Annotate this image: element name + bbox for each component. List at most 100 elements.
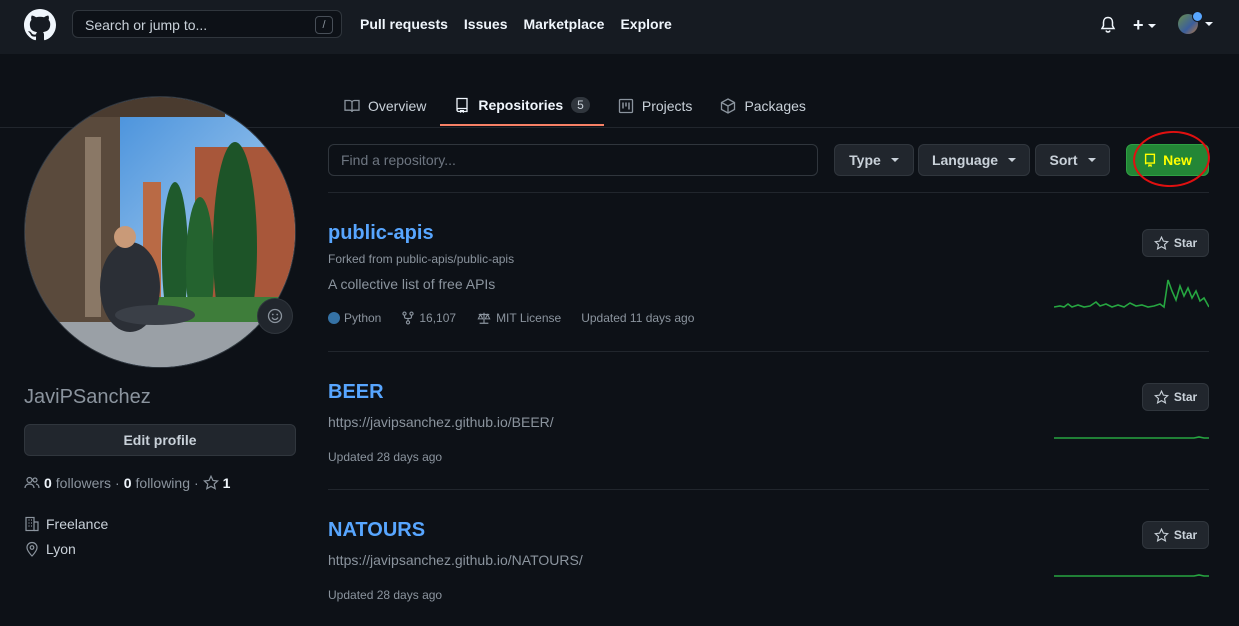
top-nav: Pull requests Issues Marketplace Explore bbox=[360, 16, 672, 32]
chevron-down-icon bbox=[1087, 158, 1096, 162]
followers-label[interactable]: followers bbox=[56, 475, 111, 491]
sort-filter-label: Sort bbox=[1049, 152, 1078, 168]
star-label: Star bbox=[1173, 236, 1198, 250]
nav-issues[interactable]: Issues bbox=[464, 16, 508, 32]
annotation-circle bbox=[1131, 128, 1212, 190]
star-label: Star bbox=[1173, 528, 1198, 542]
repo-forks[interactable]: 16,107 bbox=[401, 311, 456, 325]
chevron-down-icon bbox=[1008, 158, 1017, 162]
divider bbox=[328, 192, 1209, 193]
stars-count[interactable]: 1 bbox=[223, 475, 231, 491]
repo-language: Python bbox=[328, 311, 381, 325]
profile-username: JaviPSanchez bbox=[24, 386, 151, 408]
chevron-down-icon bbox=[1147, 24, 1156, 29]
search-placeholder: Search or jump to... bbox=[85, 17, 208, 33]
star-label: Star bbox=[1173, 390, 1198, 404]
book-icon bbox=[344, 98, 360, 114]
tab-packages[interactable]: Packages bbox=[706, 86, 819, 126]
profile-company: Freelance bbox=[24, 516, 108, 532]
building-icon bbox=[24, 516, 40, 532]
followers-count[interactable]: 0 bbox=[44, 475, 52, 491]
github-logo-icon[interactable] bbox=[24, 9, 56, 41]
language-label: Python bbox=[344, 311, 382, 325]
law-scale-icon bbox=[476, 311, 492, 325]
repo-updated: Updated 11 days ago bbox=[581, 311, 695, 325]
star-icon bbox=[202, 475, 219, 491]
activity-sparkline bbox=[1054, 574, 1209, 577]
sort-filter-button[interactable]: Sort bbox=[1035, 144, 1110, 176]
tab-projects-label: Projects bbox=[641, 98, 693, 114]
tab-overview-label: Overview bbox=[368, 98, 427, 114]
create-new-menu[interactable]: + bbox=[1133, 15, 1156, 36]
profile-location: Lyon bbox=[24, 541, 76, 557]
find-repository-field[interactable] bbox=[328, 144, 818, 176]
separator: · bbox=[115, 475, 120, 491]
plus-icon: + bbox=[1133, 15, 1144, 35]
star-icon bbox=[1153, 527, 1169, 543]
activity-sparkline bbox=[1054, 436, 1209, 439]
star-button[interactable]: Star bbox=[1142, 383, 1209, 411]
repo-name-link[interactable]: NATOURS bbox=[328, 519, 425, 542]
repo-license: MIT License bbox=[476, 311, 561, 325]
fork-icon bbox=[401, 311, 415, 325]
repo-name-link[interactable]: public-apis bbox=[328, 222, 434, 245]
separator: · bbox=[194, 475, 199, 491]
activity-sparkline bbox=[1054, 279, 1209, 309]
repo-count-badge: 5 bbox=[571, 97, 590, 113]
notification-dot bbox=[1192, 11, 1203, 22]
repo-meta: Python 16,107 MIT License Updated 11 day… bbox=[328, 311, 714, 325]
divider bbox=[328, 351, 1209, 352]
set-status-button[interactable] bbox=[257, 298, 293, 334]
repo-updated: Updated 28 days ago bbox=[328, 450, 443, 464]
tab-repositories[interactable]: Repositories 5 bbox=[440, 86, 604, 126]
language-filter-label: Language bbox=[931, 152, 999, 168]
star-button[interactable]: Star bbox=[1142, 521, 1209, 549]
forks-count: 16,107 bbox=[419, 311, 457, 325]
edit-profile-button[interactable]: Edit profile bbox=[24, 424, 296, 456]
star-icon bbox=[1153, 235, 1169, 251]
nav-pull-requests[interactable]: Pull requests bbox=[360, 16, 448, 32]
following-label[interactable]: following bbox=[136, 475, 190, 491]
bell-icon[interactable] bbox=[1100, 16, 1116, 34]
tab-repositories-label: Repositories bbox=[478, 97, 564, 113]
nav-marketplace[interactable]: Marketplace bbox=[524, 16, 605, 32]
profile-avatar[interactable] bbox=[24, 96, 296, 368]
star-icon bbox=[1153, 389, 1169, 405]
people-icon bbox=[24, 475, 40, 491]
repo-updated: Updated 28 days ago bbox=[328, 588, 443, 602]
project-icon bbox=[618, 98, 634, 114]
package-icon bbox=[720, 98, 736, 114]
location-pin-icon bbox=[24, 541, 40, 557]
type-filter-label: Type bbox=[849, 152, 881, 168]
star-button[interactable]: Star bbox=[1142, 229, 1209, 257]
tab-packages-label: Packages bbox=[744, 98, 806, 114]
chevron-down-icon[interactable] bbox=[1205, 22, 1213, 26]
divider bbox=[328, 489, 1209, 490]
repo-description: https://javipsanchez.github.io/NATOURS/ bbox=[328, 552, 583, 568]
search-shortcut-key: / bbox=[315, 16, 333, 34]
nav-explore[interactable]: Explore bbox=[620, 16, 671, 32]
top-header: Search or jump to... / Pull requests Iss… bbox=[0, 0, 1239, 54]
global-search-input[interactable]: Search or jump to... / bbox=[72, 10, 342, 38]
find-repository-input[interactable] bbox=[329, 145, 817, 175]
following-count[interactable]: 0 bbox=[124, 475, 132, 491]
language-color-dot bbox=[328, 312, 340, 324]
repo-meta: Updated 28 days ago bbox=[328, 450, 462, 464]
profile-tabs: Overview Repositories 5 Projects Package… bbox=[330, 86, 820, 126]
repo-description: https://javipsanchez.github.io/BEER/ bbox=[328, 414, 554, 430]
type-filter-button[interactable]: Type bbox=[834, 144, 914, 176]
repo-icon bbox=[454, 97, 470, 113]
chevron-down-icon bbox=[890, 158, 899, 162]
license-label: MIT License bbox=[496, 311, 562, 325]
location-text: Lyon bbox=[46, 541, 76, 557]
company-text: Freelance bbox=[46, 516, 109, 532]
smiley-icon bbox=[267, 308, 283, 324]
tab-overview[interactable]: Overview bbox=[330, 86, 440, 126]
tab-projects[interactable]: Projects bbox=[604, 86, 707, 126]
follow-stats: 0 followers · 0 following · 1 bbox=[24, 475, 230, 491]
language-filter-button[interactable]: Language bbox=[918, 144, 1030, 176]
forked-from-text[interactable]: Forked from public-apis/public-apis bbox=[328, 252, 514, 266]
repo-description: A collective list of free APIs bbox=[328, 276, 496, 292]
repo-meta: Updated 28 days ago bbox=[328, 588, 462, 602]
repo-name-link[interactable]: BEER bbox=[328, 381, 384, 404]
